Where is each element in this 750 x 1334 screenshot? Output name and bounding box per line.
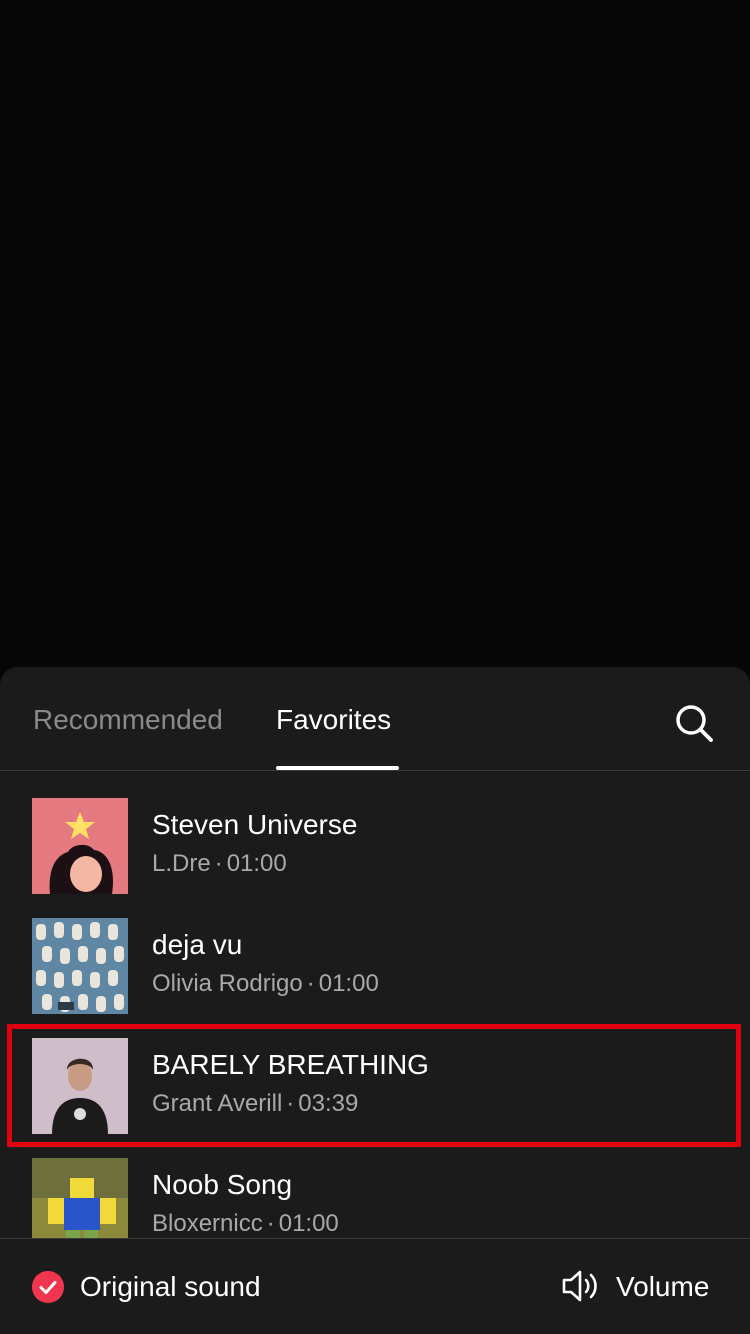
song-artist: L.Dre xyxy=(152,850,211,877)
song-meta: Olivia Rodrigo · 01:00 xyxy=(152,969,379,999)
search-icon[interactable] xyxy=(672,701,716,745)
song-artist: Grant Averill xyxy=(152,1090,283,1117)
song-title: Steven Universe xyxy=(152,809,358,840)
song-artist: Olivia Rodrigo xyxy=(152,970,303,997)
roblox-character-cover xyxy=(32,1158,128,1238)
song-artist: Bloxernicc xyxy=(152,1210,263,1237)
song-meta: L.Dre · 01:00 xyxy=(152,849,287,879)
song-title: BARELY BREATHING xyxy=(152,1049,429,1080)
portrait-cover xyxy=(32,1038,128,1134)
song-list: Steven Universe L.Dre · 01:00 deja vu Oliv… xyxy=(0,772,750,1238)
tab-bar: Recommended Favorites xyxy=(0,667,750,771)
separator-dot: · xyxy=(266,1210,275,1237)
tab-recommended[interactable]: Recommended xyxy=(33,703,223,737)
list-item[interactable]: BARELY BREATHING Grant Averill · 03:39 xyxy=(0,1012,750,1134)
separator-dot: · xyxy=(306,970,315,997)
separator-dot: · xyxy=(286,1090,295,1117)
tab-favorites[interactable]: Favorites xyxy=(276,703,391,737)
star-character-cover xyxy=(32,798,128,894)
check-icon[interactable] xyxy=(32,1271,64,1303)
collage-cover xyxy=(32,918,128,1014)
song-meta: Grant Averill · 03:39 xyxy=(152,1089,358,1119)
active-tab-indicator xyxy=(276,766,399,770)
list-item[interactable]: deja vu Olivia Rodrigo · 01:00 xyxy=(0,892,750,1014)
song-duration: 01:00 xyxy=(318,970,379,997)
list-item[interactable]: Noob Song Bloxernicc · 01:00 xyxy=(0,1132,750,1238)
song-duration: 03:39 xyxy=(298,1090,359,1117)
list-item[interactable]: Steven Universe L.Dre · 01:00 xyxy=(0,772,750,894)
separator-dot: · xyxy=(214,850,223,877)
song-duration: 01:00 xyxy=(226,850,287,877)
music-sheet: Recommended Favorites Steven Universe L.… xyxy=(0,667,750,1334)
speaker-icon[interactable] xyxy=(561,1269,601,1303)
volume-button[interactable]: Volume xyxy=(616,1270,709,1304)
song-title: deja vu xyxy=(152,929,243,960)
original-sound-toggle[interactable]: Original sound xyxy=(80,1270,261,1304)
sheet-footer: Original sound Volume xyxy=(0,1238,750,1334)
song-duration: 01:00 xyxy=(278,1210,339,1237)
song-meta: Bloxernicc · 01:00 xyxy=(152,1209,339,1238)
video-preview xyxy=(0,0,750,680)
song-title: Noob Song xyxy=(152,1169,293,1200)
